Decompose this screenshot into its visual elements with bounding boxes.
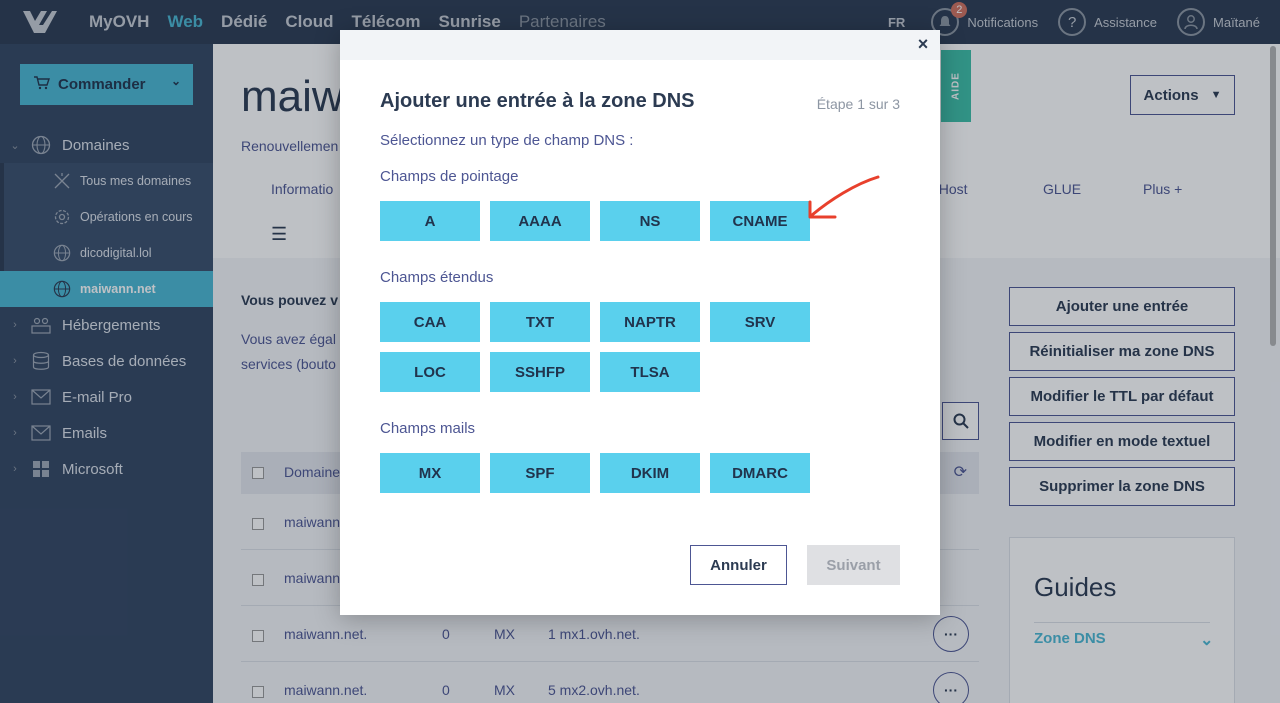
modal-title: Ajouter une entrée à la zone DNS bbox=[380, 90, 695, 112]
dns-type-tlsa-button[interactable]: TLSA bbox=[600, 352, 700, 392]
dns-type-sshfp-button[interactable]: SSHFP bbox=[490, 352, 590, 392]
dns-type-ns-button[interactable]: NS bbox=[600, 201, 700, 241]
cancel-button[interactable]: Annuler bbox=[690, 545, 787, 585]
next-button[interactable]: Suivant bbox=[807, 545, 900, 585]
group-title-mails: Champs mails bbox=[380, 420, 476, 437]
step-indicator: Étape 1 sur 3 bbox=[816, 96, 900, 112]
dns-type-loc-button[interactable]: LOC bbox=[380, 352, 480, 392]
dns-type-spf-button[interactable]: SPF bbox=[490, 453, 590, 493]
dns-type-a-button[interactable]: A bbox=[380, 201, 480, 241]
dns-type-mx-button[interactable]: MX bbox=[380, 453, 480, 493]
dns-type-srv-button[interactable]: SRV bbox=[710, 302, 810, 342]
modal-header-bar bbox=[340, 30, 940, 60]
dns-type-dmarc-button[interactable]: DMARC bbox=[710, 453, 810, 493]
dns-type-caa-button[interactable]: CAA bbox=[380, 302, 480, 342]
group-title-pointage: Champs de pointage bbox=[380, 168, 519, 185]
add-dns-entry-modal: × Ajouter une entrée à la zone DNS Étape… bbox=[340, 30, 940, 615]
dns-type-naptr-button[interactable]: NAPTR bbox=[600, 302, 700, 342]
dns-type-aaaa-button[interactable]: AAAA bbox=[490, 201, 590, 241]
dns-type-dkim-button[interactable]: DKIM bbox=[600, 453, 700, 493]
close-icon[interactable]: × bbox=[914, 35, 932, 53]
dns-type-txt-button[interactable]: TXT bbox=[490, 302, 590, 342]
group-title-etendus: Champs étendus bbox=[380, 269, 494, 286]
modal-instruction: Sélectionnez un type de champ DNS : bbox=[380, 132, 634, 149]
dns-type-cname-button[interactable]: CNAME bbox=[710, 201, 810, 241]
annotation-arrow-icon bbox=[808, 175, 880, 219]
